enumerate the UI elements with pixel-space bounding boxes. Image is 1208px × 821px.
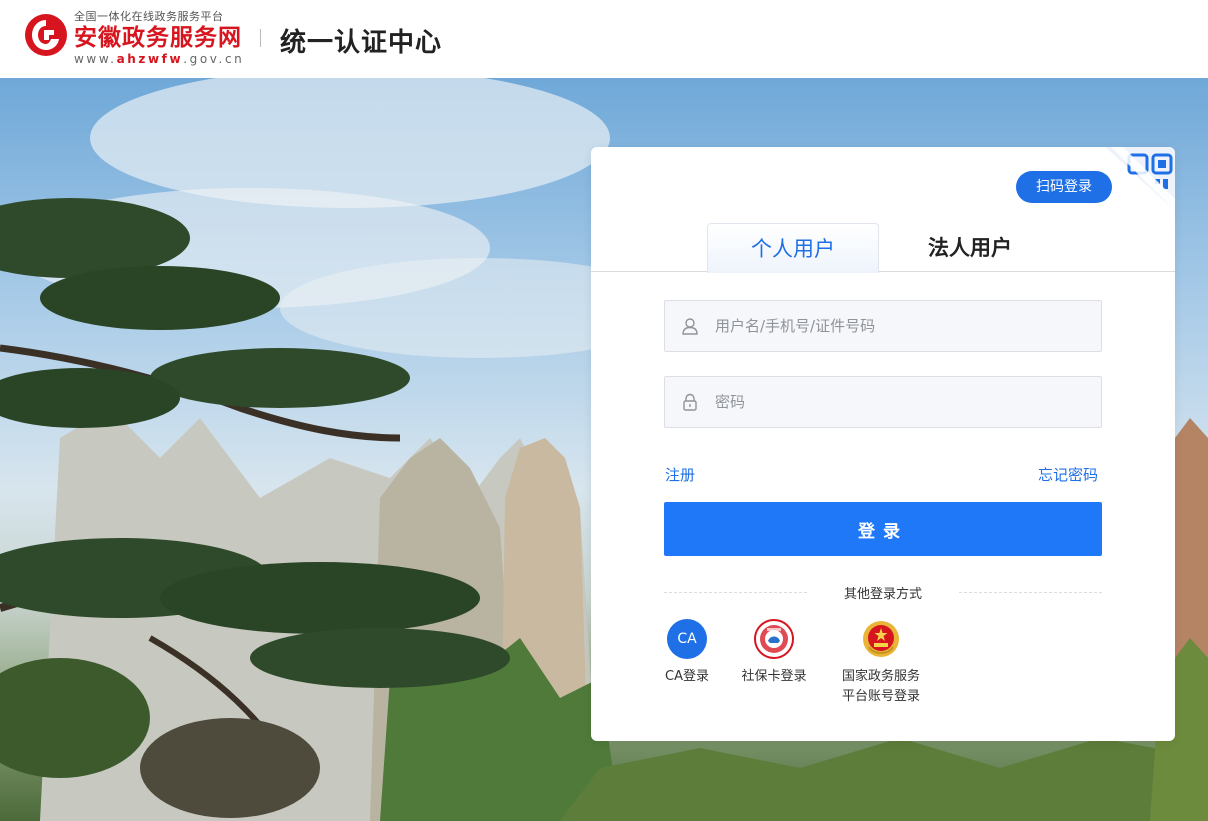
social-security-card-login-option[interactable]: 社保卡登录 bbox=[734, 619, 814, 687]
lock-icon bbox=[683, 393, 697, 411]
ca-icon: CA bbox=[667, 619, 707, 659]
login-button[interactable]: 登录 bbox=[664, 502, 1102, 556]
page-title: 统一认证中心 bbox=[280, 28, 443, 58]
tab-legal-entity-user[interactable]: 法人用户 bbox=[884, 223, 1056, 272]
national-gov-account-login-option[interactable]: 国家政务服务 平台账号登录 bbox=[823, 619, 939, 707]
qr-code-icon[interactable] bbox=[1105, 147, 1175, 211]
national-gov-account-label: 国家政务服务 平台账号登录 bbox=[841, 669, 920, 704]
qr-login-button[interactable]: 扫码登录 bbox=[1016, 171, 1112, 203]
top-header: 全国一体化在线政务服务平台 安徽政务服务网 www.ahzwfw.gov.cn … bbox=[0, 0, 1208, 78]
password-input[interactable] bbox=[715, 377, 1095, 427]
ahzwfw-logo-icon[interactable] bbox=[24, 13, 68, 57]
register-link[interactable]: 注册 bbox=[665, 464, 695, 485]
password-field[interactable] bbox=[664, 376, 1102, 428]
divider-right bbox=[959, 592, 1102, 593]
logo-title: 安徽政务服务网 bbox=[74, 25, 242, 51]
ca-login-option[interactable]: CA CA登录 bbox=[659, 619, 715, 687]
forgot-password-link[interactable]: 忘记密码 bbox=[1038, 464, 1098, 485]
social-security-card-label: 社保卡登录 bbox=[741, 669, 807, 684]
username-field[interactable] bbox=[664, 300, 1102, 352]
logo-url: www.ahzwfw.gov.cn bbox=[74, 52, 245, 66]
logo-text[interactable]: 全国一体化在线政务服务平台 安徽政务服务网 www.ahzwfw.gov.cn bbox=[74, 10, 244, 66]
ca-login-label: CA登录 bbox=[665, 669, 709, 684]
tab-personal-user[interactable]: 个人用户 bbox=[707, 223, 879, 273]
header-divider bbox=[260, 29, 261, 47]
logo-subtitle: 全国一体化在线政务服务平台 bbox=[74, 10, 224, 23]
user-type-tabs: 个人用户 法人用户 bbox=[591, 223, 1175, 273]
user-icon bbox=[682, 318, 698, 335]
login-card: 扫码登录 个人用户 法人用户 注册 忘记密码 登录 其他登录方式 CA CA登录 bbox=[591, 147, 1175, 741]
national-emblem-icon bbox=[863, 621, 899, 657]
username-input[interactable] bbox=[715, 301, 1095, 351]
social-security-card-icon bbox=[754, 619, 794, 659]
